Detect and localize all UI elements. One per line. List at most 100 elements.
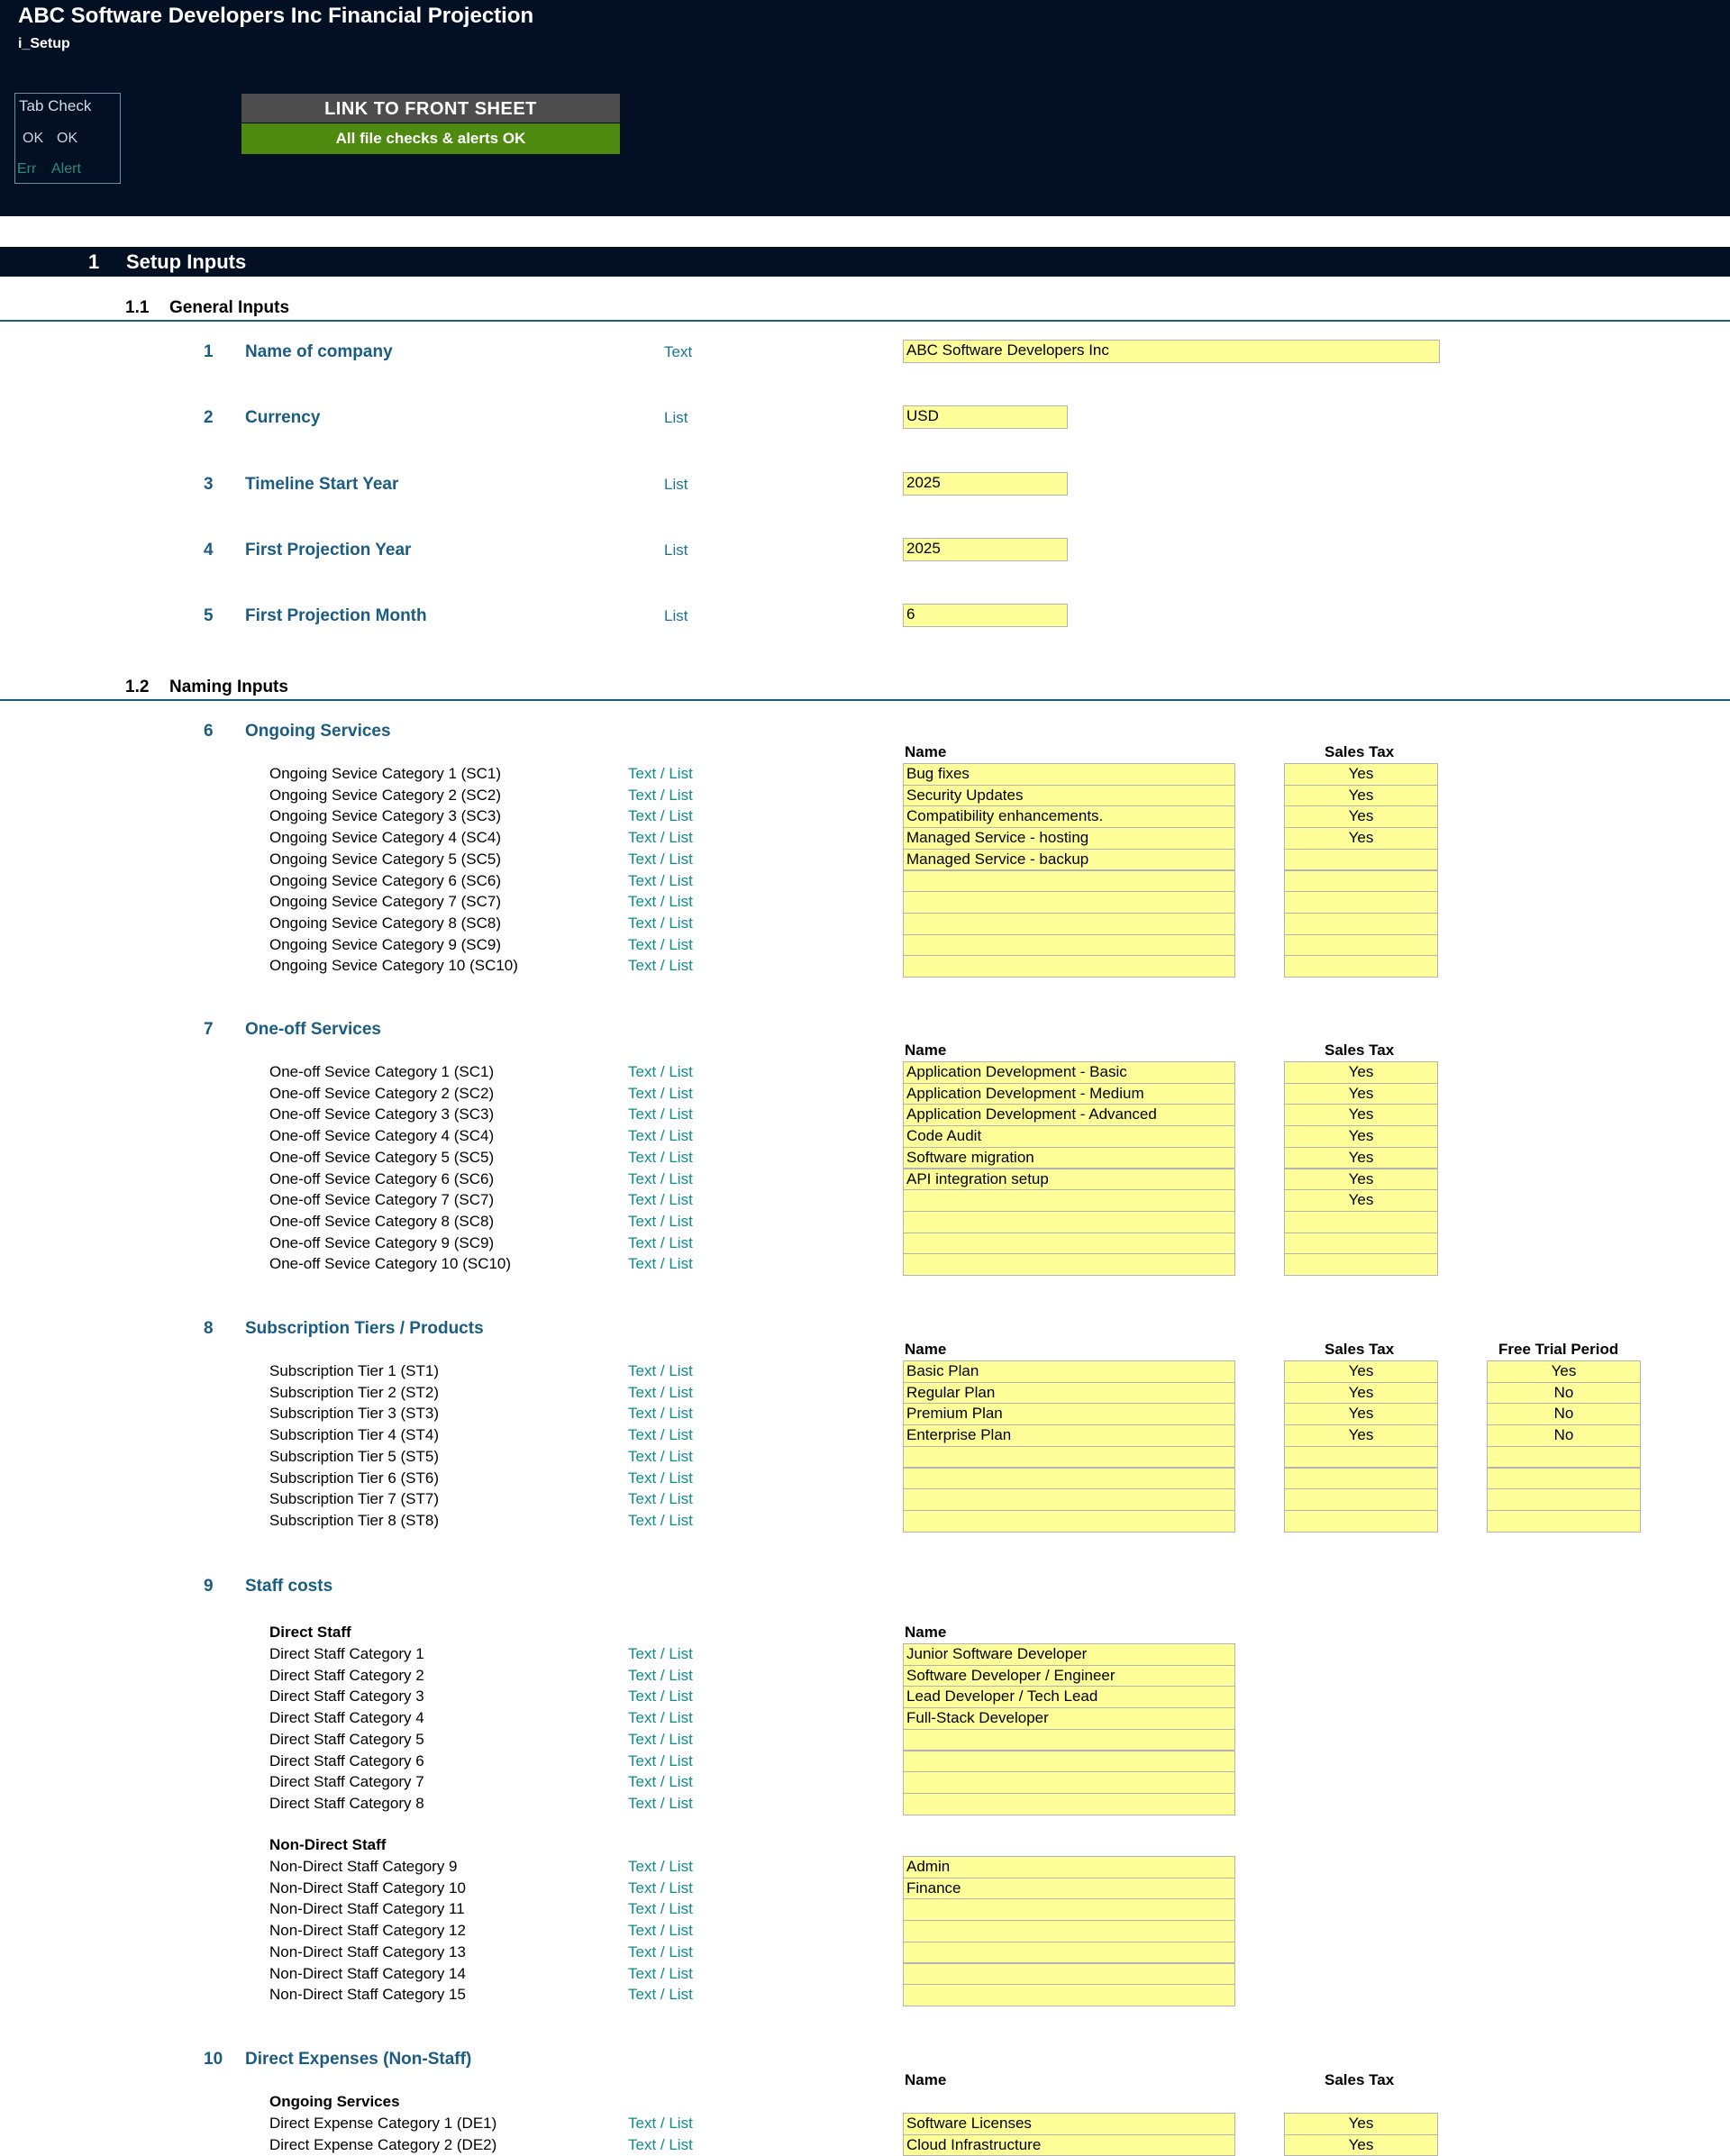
free-trial-cell[interactable]: Yes [1487,1360,1641,1383]
name-cell[interactable] [903,1898,1235,1922]
input-cell[interactable]: 6 [903,604,1068,628]
sales-tax-cell[interactable] [1284,1232,1438,1255]
sales-tax-cell[interactable]: Yes [1284,1424,1438,1447]
sales-tax-cell[interactable]: Yes [1284,1168,1438,1191]
row-label: One-off Sevice Category 1 (SC1) [269,1063,495,1080]
free-trial-cell[interactable]: No [1487,1403,1641,1426]
name-cell[interactable] [903,1232,1235,1255]
sales-tax-cell[interactable] [1284,933,1438,957]
sales-tax-cell[interactable]: Yes [1284,1360,1438,1383]
free-trial-cell[interactable] [1487,1467,1641,1490]
sales-tax-cell[interactable] [1284,1509,1438,1533]
sales-tax-cell[interactable] [1284,1210,1438,1233]
sales-tax-cell[interactable]: Yes [1284,1146,1438,1169]
name-cell[interactable] [903,1467,1235,1490]
free-trial-cell[interactable]: No [1487,1381,1641,1405]
name-cell[interactable]: Full-Stack Developer [903,1707,1235,1730]
name-cell[interactable] [903,912,1235,935]
sales-tax-cell[interactable]: Yes [1284,805,1438,829]
free-trial-cell[interactable] [1487,1445,1641,1469]
name-cell[interactable]: Basic Plan [903,1360,1235,1383]
sales-tax-cell[interactable]: Yes [1284,1082,1438,1105]
name-cell[interactable]: Junior Software Developer [903,1643,1235,1666]
name-cell[interactable]: Premium Plan [903,1403,1235,1426]
name-cell[interactable] [903,1792,1235,1815]
name-cell[interactable]: Lead Developer / Tech Lead [903,1686,1235,1709]
name-cell[interactable] [903,1941,1235,1964]
name-cell[interactable] [903,933,1235,957]
sales-tax-cell[interactable] [1284,1253,1438,1276]
name-cell[interactable] [903,1210,1235,1233]
sales-tax-cell[interactable]: Yes [1284,1061,1438,1084]
sales-tax-cell[interactable] [1284,1488,1438,1511]
input-cell[interactable]: 2025 [903,537,1068,561]
input-cell[interactable]: 2025 [903,471,1068,496]
name-cell[interactable]: Enterprise Plan [903,1424,1235,1447]
text-list-hint: Text / List [628,1469,693,1487]
free-trial-cell[interactable]: No [1487,1424,1641,1447]
input-cell[interactable]: ABC Software Developers Inc [903,340,1440,363]
input-cell[interactable]: USD [903,405,1068,430]
name-cell[interactable] [903,1984,1235,2006]
sales-tax-cell[interactable]: Yes [1284,1381,1438,1405]
name-cell[interactable] [903,1189,1235,1212]
sales-tax-cell[interactable]: Yes [1284,784,1438,807]
name-cell[interactable]: Admin [903,1856,1235,1879]
name-cell[interactable]: Compatibility enhancements. [903,805,1235,829]
tab-check-ok-right: OK [57,131,78,146]
name-cell[interactable] [903,1253,1235,1276]
sales-tax-cell[interactable] [1284,912,1438,935]
name-cell[interactable] [903,1920,1235,1942]
name-cell[interactable] [903,1962,1235,1986]
sales-tax-cell[interactable]: Yes [1284,1104,1438,1127]
name-cell[interactable]: Software Licenses [903,2113,1235,2135]
sales-tax-cell[interactable] [1284,1467,1438,1490]
sales-tax-cell[interactable]: Yes [1284,1403,1438,1426]
name-cell[interactable]: Software migration [903,1146,1235,1169]
name-cell[interactable]: API integration setup [903,1168,1235,1191]
name-cell[interactable] [903,869,1235,893]
sales-tax-cell[interactable] [1284,1445,1438,1469]
column-header-name: Name [905,1624,947,1641]
name-cell[interactable]: Software Developer / Engineer [903,1664,1235,1688]
name-cell[interactable]: Application Development - Advanced [903,1104,1235,1127]
sales-tax-cell[interactable]: Yes [1284,2133,1438,2156]
block-title: Ongoing Services [245,722,391,741]
sales-tax-cell[interactable]: Yes [1284,763,1438,786]
sales-tax-cell[interactable] [1284,891,1438,914]
section-title: Setup Inputs [126,250,247,273]
name-cell[interactable]: Cloud Infrastructure [903,2133,1235,2156]
text-list-hint: Text / List [628,1447,693,1465]
column-header-sales-tax: Sales Tax [1325,743,1395,760]
name-cell[interactable] [903,1509,1235,1533]
name-cell[interactable]: Application Development - Basic [903,1061,1235,1084]
row-label: One-off Sevice Category 9 (SC9) [269,1233,495,1251]
sales-tax-cell[interactable]: Yes [1284,1125,1438,1148]
name-cell[interactable] [903,1750,1235,1773]
sales-tax-cell[interactable]: Yes [1284,827,1438,850]
name-cell[interactable] [903,1771,1235,1794]
name-cell[interactable] [903,1728,1235,1751]
name-cell[interactable]: Finance [903,1877,1235,1900]
name-cell[interactable]: Managed Service - backup [903,848,1235,871]
name-cell[interactable] [903,1488,1235,1511]
name-cell[interactable]: Security Updates [903,784,1235,807]
sales-tax-cell[interactable] [1284,869,1438,893]
sales-tax-cell[interactable] [1284,955,1438,978]
name-cell[interactable] [903,955,1235,978]
link-to-front-sheet-button[interactable]: LINK TO FRONT SHEET [241,94,620,123]
name-cell[interactable]: Regular Plan [903,1381,1235,1405]
free-trial-cell[interactable] [1487,1488,1641,1511]
text-list-hint: Text / List [628,1688,693,1706]
name-cell[interactable]: Bug fixes [903,763,1235,786]
name-cell[interactable] [903,891,1235,914]
name-cell[interactable]: Application Development - Medium [903,1082,1235,1105]
name-cell[interactable] [903,1445,1235,1469]
name-cell[interactable]: Code Audit [903,1125,1235,1148]
free-trial-cell[interactable] [1487,1509,1641,1533]
sales-tax-cell[interactable]: Yes [1284,1189,1438,1212]
sales-tax-cell[interactable]: Yes [1284,2113,1438,2135]
name-cell[interactable]: Managed Service - hosting [903,827,1235,850]
column-header-sales-tax: Sales Tax [1325,1042,1395,1059]
sales-tax-cell[interactable] [1284,848,1438,871]
